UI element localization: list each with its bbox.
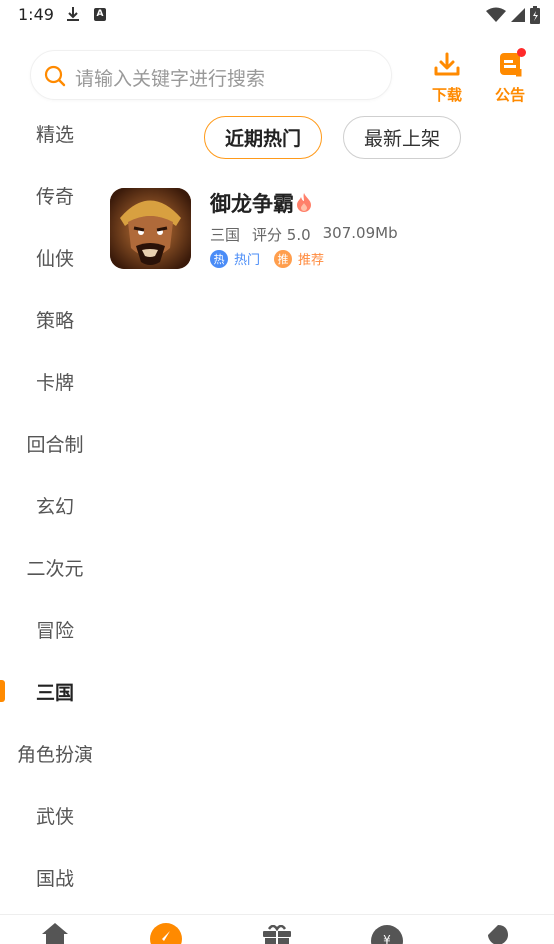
tab-newest[interactable]: 最新上架 [343, 116, 461, 159]
svg-text:¥: ¥ [383, 933, 391, 944]
notice-unread-dot [517, 48, 526, 57]
bottom-nav: ¥ [0, 914, 554, 944]
search-icon [43, 64, 67, 92]
category-item[interactable]: 策略 [0, 288, 110, 350]
status-time: 1:49 [18, 5, 54, 24]
signal-icon [511, 8, 525, 22]
recommend-tag: 推 推荐 [274, 249, 324, 268]
status-bar: 1:49 A [0, 0, 554, 32]
hot-badge: 热 [210, 249, 228, 268]
discover-icon[interactable] [150, 923, 182, 944]
game-size: 307.09Mb [322, 224, 398, 242]
category-item[interactable]: 国战 [0, 846, 110, 908]
category-label: 仙侠 [35, 247, 74, 270]
category-item[interactable]: 二次元 [0, 536, 110, 598]
status-icons [486, 6, 540, 24]
tab-recent-hot[interactable]: 近期热门 [204, 116, 322, 159]
download-button[interactable]: 下载 [427, 52, 467, 104]
category-label: 策略 [35, 309, 74, 332]
download-label: 下载 [431, 86, 462, 104]
hot-tag: 热 热门 [210, 249, 260, 268]
notification-a-icon: A [94, 8, 106, 21]
category-label: 传奇 [35, 185, 74, 208]
wifi-icon [486, 7, 506, 22]
category-label: 卡牌 [35, 371, 74, 394]
coin-icon[interactable]: ¥ [371, 925, 403, 944]
home-icon[interactable] [40, 921, 70, 944]
battery-icon [530, 6, 540, 24]
game-rating: 评分 5.0 [252, 226, 311, 244]
game-list-item[interactable]: 御龙争霸 三国 评分 5.0 307.09Mb 热 热门 推 推荐 [110, 186, 540, 276]
category-label: 武侠 [35, 805, 74, 828]
category-item[interactable]: 角色扮演 [0, 722, 110, 784]
download-status-icon [66, 6, 80, 26]
category-label: 玄幻 [35, 495, 74, 518]
game-meta: 三国 评分 5.0 307.09Mb [210, 224, 398, 245]
search-placeholder: 请输入关键字进行搜索 [75, 68, 266, 90]
category-item[interactable]: 卡牌 [0, 350, 110, 412]
notice-button[interactable]: 公告 [490, 48, 530, 104]
category-item[interactable]: 传奇 [0, 164, 110, 226]
notice-label: 公告 [494, 86, 525, 104]
game-title: 御龙争霸 [210, 192, 294, 216]
category-item[interactable]: 回合制 [0, 412, 110, 474]
download-icon [434, 52, 460, 76]
profile-icon[interactable] [486, 925, 510, 944]
game-icon [110, 188, 191, 269]
category-item[interactable]: 仙侠 [0, 226, 110, 288]
category-label: 精选 [35, 123, 74, 146]
category-label: 二次元 [26, 557, 84, 580]
category-label: 三国 [35, 681, 74, 704]
category-item[interactable]: 冒险 [0, 598, 110, 660]
recommend-tag-text: 推荐 [298, 253, 325, 268]
active-category-indicator [0, 680, 5, 702]
category-label: 国战 [35, 867, 74, 890]
category-label: 角色扮演 [16, 743, 93, 766]
category-item[interactable]: 玄幻 [0, 474, 110, 536]
category-item-active[interactable]: 三国 [0, 660, 110, 722]
flame-icon [296, 192, 312, 216]
hot-tag-text: 热门 [234, 253, 261, 268]
category-sidebar: 精选 传奇 仙侠 策略 卡牌 回合制 玄幻 二次元 冒险 三国 角色扮演 武侠 … [0, 102, 110, 908]
category-item[interactable]: 武侠 [0, 784, 110, 846]
recommend-badge: 推 [274, 249, 293, 268]
game-category: 三国 [210, 226, 241, 244]
category-item[interactable]: 精选 [0, 102, 110, 164]
category-label: 回合制 [26, 433, 84, 456]
category-label: 冒险 [35, 619, 74, 642]
game-tags: 热 热门 推 推荐 [210, 249, 324, 268]
search-input[interactable]: 请输入关键字进行搜索 [30, 50, 392, 100]
gift-icon[interactable] [261, 924, 293, 944]
